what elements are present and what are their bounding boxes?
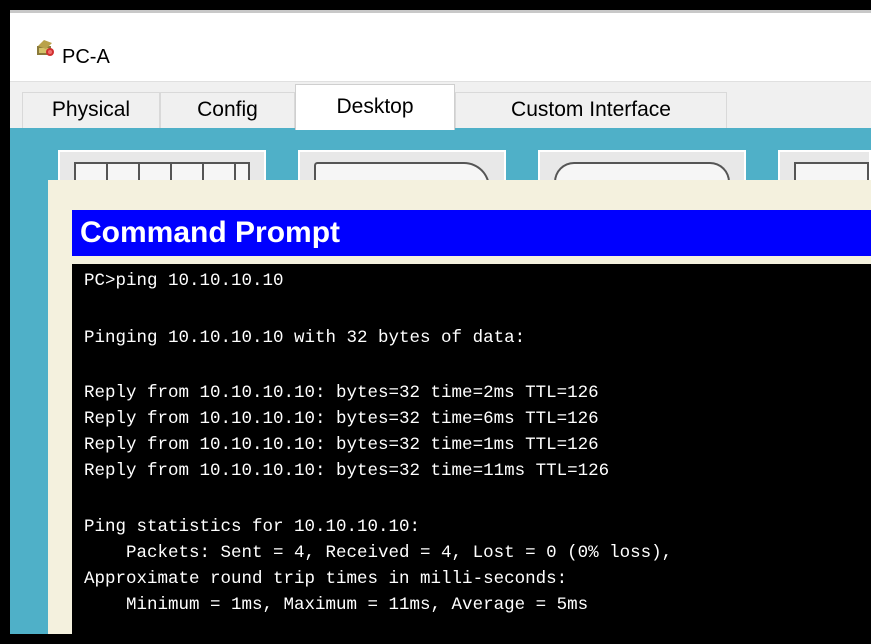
tab-physical[interactable]: Physical xyxy=(22,92,160,128)
screenshot-frame: PC-A Physical Config Desktop Custom Inte… xyxy=(0,0,871,644)
title-bar: PC-A xyxy=(10,13,871,81)
packet-tracer-pc-icon xyxy=(37,40,54,56)
terminal-line: PC>ping 10.10.10.10 xyxy=(84,271,284,291)
command-prompt-title: Command Prompt xyxy=(72,210,871,256)
tab-custom-interface[interactable]: Custom Interface xyxy=(455,92,727,128)
window-title: PC-A xyxy=(62,46,110,68)
terminal-line: Minimum = 1ms, Maximum = 11ms, Average =… xyxy=(84,595,589,615)
pc-a-window: PC-A Physical Config Desktop Custom Inte… xyxy=(10,10,871,634)
terminal-line: Reply from 10.10.10.10: bytes=32 time=6m… xyxy=(84,409,599,429)
terminal-line: Pinging 10.10.10.10 with 32 bytes of dat… xyxy=(84,328,526,348)
terminal-line: Reply from 10.10.10.10: bytes=32 time=1m… xyxy=(84,435,599,455)
tab-desktop[interactable]: Desktop xyxy=(295,84,455,130)
tab-bar: Physical Config Desktop Custom Interface xyxy=(10,81,871,130)
terminal-line: Packets: Sent = 4, Received = 4, Lost = … xyxy=(84,543,673,563)
terminal-output[interactable]: PC>ping 10.10.10.10 Pinging 10.10.10.10 … xyxy=(72,264,871,634)
terminal-line: Ping statistics for 10.10.10.10: xyxy=(84,517,421,537)
terminal-line: Approximate round trip times in milli-se… xyxy=(84,569,568,589)
terminal-line: Reply from 10.10.10.10: bytes=32 time=2m… xyxy=(84,383,599,403)
terminal-line: Reply from 10.10.10.10: bytes=32 time=11… xyxy=(84,461,610,481)
tab-config[interactable]: Config xyxy=(160,92,295,128)
